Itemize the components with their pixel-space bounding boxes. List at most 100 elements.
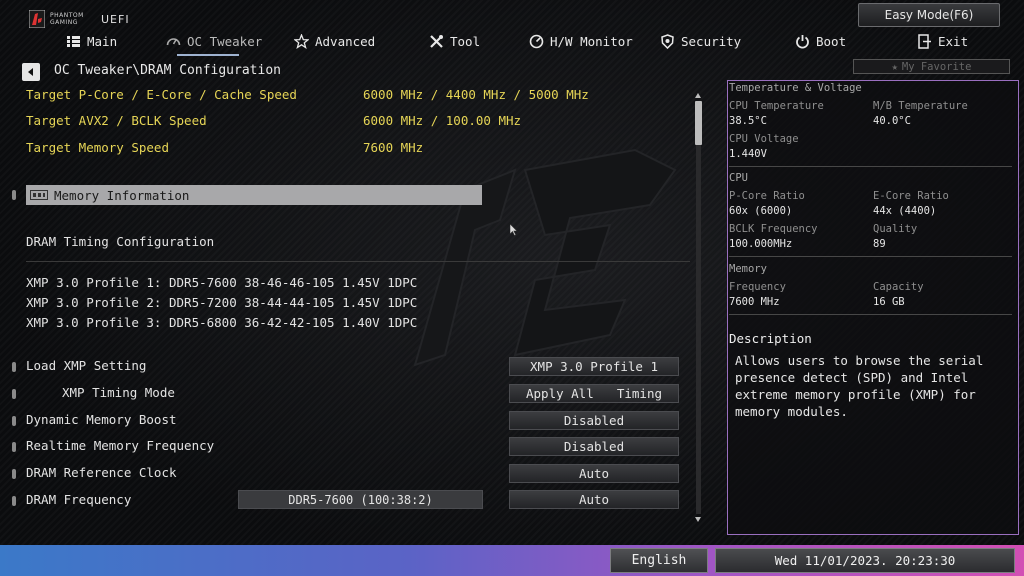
- easy-mode-button[interactable]: Easy Mode(F6): [858, 3, 1000, 27]
- active-tab-indicator: [177, 54, 239, 56]
- tab-security[interactable]: Security: [660, 31, 741, 51]
- row-bullet: [12, 389, 16, 399]
- tab-oc-tweaker[interactable]: OC Tweaker: [166, 31, 262, 51]
- speedometer-icon: [166, 37, 181, 45]
- star-icon: ★: [891, 60, 898, 73]
- breadcrumb: OC Tweaker\DRAM Configuration: [54, 63, 281, 78]
- cpu-temp-value: 38.5°C: [729, 115, 767, 127]
- xmp-timing-mode-value-left: Apply All: [526, 386, 594, 401]
- back-arrow-icon: [28, 68, 33, 76]
- tab-label: Security: [681, 33, 742, 49]
- row-bullet: [12, 416, 16, 426]
- cpu-voltage-label: CPU Voltage: [729, 133, 799, 145]
- cpu-heading: CPU: [729, 172, 748, 184]
- memory-information-label: Memory Information: [54, 187, 190, 203]
- tab-label: OC Tweaker: [187, 33, 263, 49]
- scroll-down-arrow-icon[interactable]: [695, 517, 701, 522]
- datetime-display: Wed 11/01/2023. 20:23:30: [715, 548, 1015, 573]
- load-xmp-label[interactable]: Load XMP Setting: [26, 358, 146, 373]
- scroll-up-arrow-icon[interactable]: [695, 93, 701, 98]
- target-avx-bclk-label: Target AVX2 / BCLK Speed: [26, 113, 207, 128]
- memory-heading: Memory: [729, 263, 767, 275]
- target-avx-bclk-value: 6000 MHz / 100.00 MHz: [363, 113, 522, 128]
- bclk-frequency-value: 100.000MHz: [729, 238, 793, 250]
- tab-label: Main: [87, 33, 118, 49]
- scrollbar-thumb[interactable]: [695, 101, 702, 145]
- my-favorite-label: My Favorite: [901, 60, 972, 73]
- xmp-timing-mode-select[interactable]: Apply All Timing: [509, 384, 679, 403]
- tab-label: Tool: [450, 33, 481, 49]
- wrench-icon: [430, 34, 443, 48]
- target-core-speed-value: 6000 MHz / 4400 MHz / 5000 MHz: [363, 87, 589, 102]
- load-xmp-select[interactable]: XMP 3.0 Profile 1: [509, 357, 679, 376]
- my-favorite-button[interactable]: ★ My Favorite: [853, 59, 1010, 74]
- ecore-ratio-label: E-Core Ratio: [873, 190, 949, 202]
- memory-information-item[interactable]: Memory Information: [26, 185, 482, 205]
- realtime-memory-frequency-label[interactable]: Realtime Memory Frequency: [26, 438, 214, 453]
- tab-advanced[interactable]: Advanced: [294, 31, 375, 51]
- mb-temp-label: M/B Temperature: [873, 100, 968, 112]
- panel-divider: [729, 256, 1012, 257]
- gauge-icon: [529, 34, 544, 48]
- dram-timing-heading: DRAM Timing Configuration: [26, 234, 215, 249]
- mb-temp-value: 40.0°C: [873, 115, 911, 127]
- row-bullet: [12, 496, 16, 506]
- target-core-speed-label: Target P-Core / E-Core / Cache Speed: [26, 87, 297, 102]
- target-memory-speed-value: 7600 MHz: [363, 140, 424, 155]
- memory-module-icon: [30, 190, 48, 200]
- xmp-timing-mode-value-right: Timing: [616, 386, 662, 401]
- cpu-temp-label: CPU Temperature: [729, 100, 824, 112]
- panel-divider: [729, 166, 1012, 167]
- xmp-profile-2: XMP 3.0 Profile 2: DDR5-7200 38-44-44-10…: [26, 295, 418, 310]
- cpu-voltage-value: 1.440V: [729, 148, 767, 160]
- realtime-memory-frequency-select[interactable]: Disabled: [509, 437, 679, 456]
- tab-exit[interactable]: Exit: [917, 31, 968, 51]
- dram-frequency-current: DDR5-7600 (100:38:2): [238, 490, 483, 509]
- exit-icon: [918, 33, 931, 49]
- star-icon: [294, 33, 309, 49]
- mouse-cursor-icon: [510, 224, 518, 236]
- pcore-ratio-value: 60x (6000): [729, 205, 793, 217]
- memory-frequency-value: 7600 MHz: [729, 296, 780, 308]
- uefi-label: UEFI: [101, 13, 130, 26]
- temp-voltage-heading: Temperature & Voltage: [729, 82, 862, 94]
- xmp-timing-mode-label[interactable]: XMP Timing Mode: [62, 385, 175, 400]
- description-heading: Description: [729, 331, 812, 346]
- memory-frequency-label: Frequency: [729, 281, 786, 293]
- pcore-ratio-label: P-Core Ratio: [729, 190, 805, 202]
- dynamic-memory-boost-select[interactable]: Disabled: [509, 411, 679, 430]
- row-bullet: [12, 362, 16, 372]
- target-memory-speed-label: Target Memory Speed: [26, 140, 169, 155]
- list-icon: [67, 35, 80, 47]
- tab-label: Boot: [816, 33, 847, 49]
- tab-hw-monitor[interactable]: H/W Monitor: [529, 31, 633, 51]
- quality-value: 89: [873, 238, 886, 250]
- scrollbar-track[interactable]: [696, 101, 701, 514]
- brand-name: PHANTOM GAMING: [50, 12, 84, 26]
- shield-icon: [661, 33, 674, 49]
- bclk-frequency-label: BCLK Frequency: [729, 223, 818, 235]
- row-bullet: [12, 442, 16, 452]
- xmp-profile-1: XMP 3.0 Profile 1: DDR5-7600 38-46-46-10…: [26, 275, 418, 290]
- pg-logo-watermark: [413, 148, 677, 367]
- quality-label: Quality: [873, 223, 918, 235]
- back-button[interactable]: [22, 63, 40, 81]
- description-text: Allows users to browse the serial presen…: [735, 353, 984, 419]
- memory-capacity-label: Capacity: [873, 281, 924, 293]
- phantom-gaming-logo-icon: [29, 10, 45, 28]
- dram-frequency-select[interactable]: Auto: [509, 490, 679, 509]
- tab-main[interactable]: Main: [66, 31, 117, 51]
- memory-capacity-value: 16 GB: [873, 296, 905, 308]
- tab-boot[interactable]: Boot: [795, 31, 846, 51]
- dram-reference-clock-select[interactable]: Auto: [509, 464, 679, 483]
- language-button[interactable]: English: [610, 548, 708, 573]
- xmp-profile-3: XMP 3.0 Profile 3: DDR5-6800 36-42-42-10…: [26, 315, 418, 330]
- dynamic-memory-boost-label[interactable]: Dynamic Memory Boost: [26, 412, 177, 427]
- tab-tool[interactable]: Tool: [429, 31, 480, 51]
- ecore-ratio-value: 44x (4400): [873, 205, 937, 217]
- dram-frequency-label[interactable]: DRAM Frequency: [26, 492, 131, 507]
- section-divider: [26, 261, 690, 262]
- dram-reference-clock-label[interactable]: DRAM Reference Clock: [26, 465, 177, 480]
- panel-divider: [729, 314, 1012, 315]
- tab-label: Advanced: [315, 33, 376, 49]
